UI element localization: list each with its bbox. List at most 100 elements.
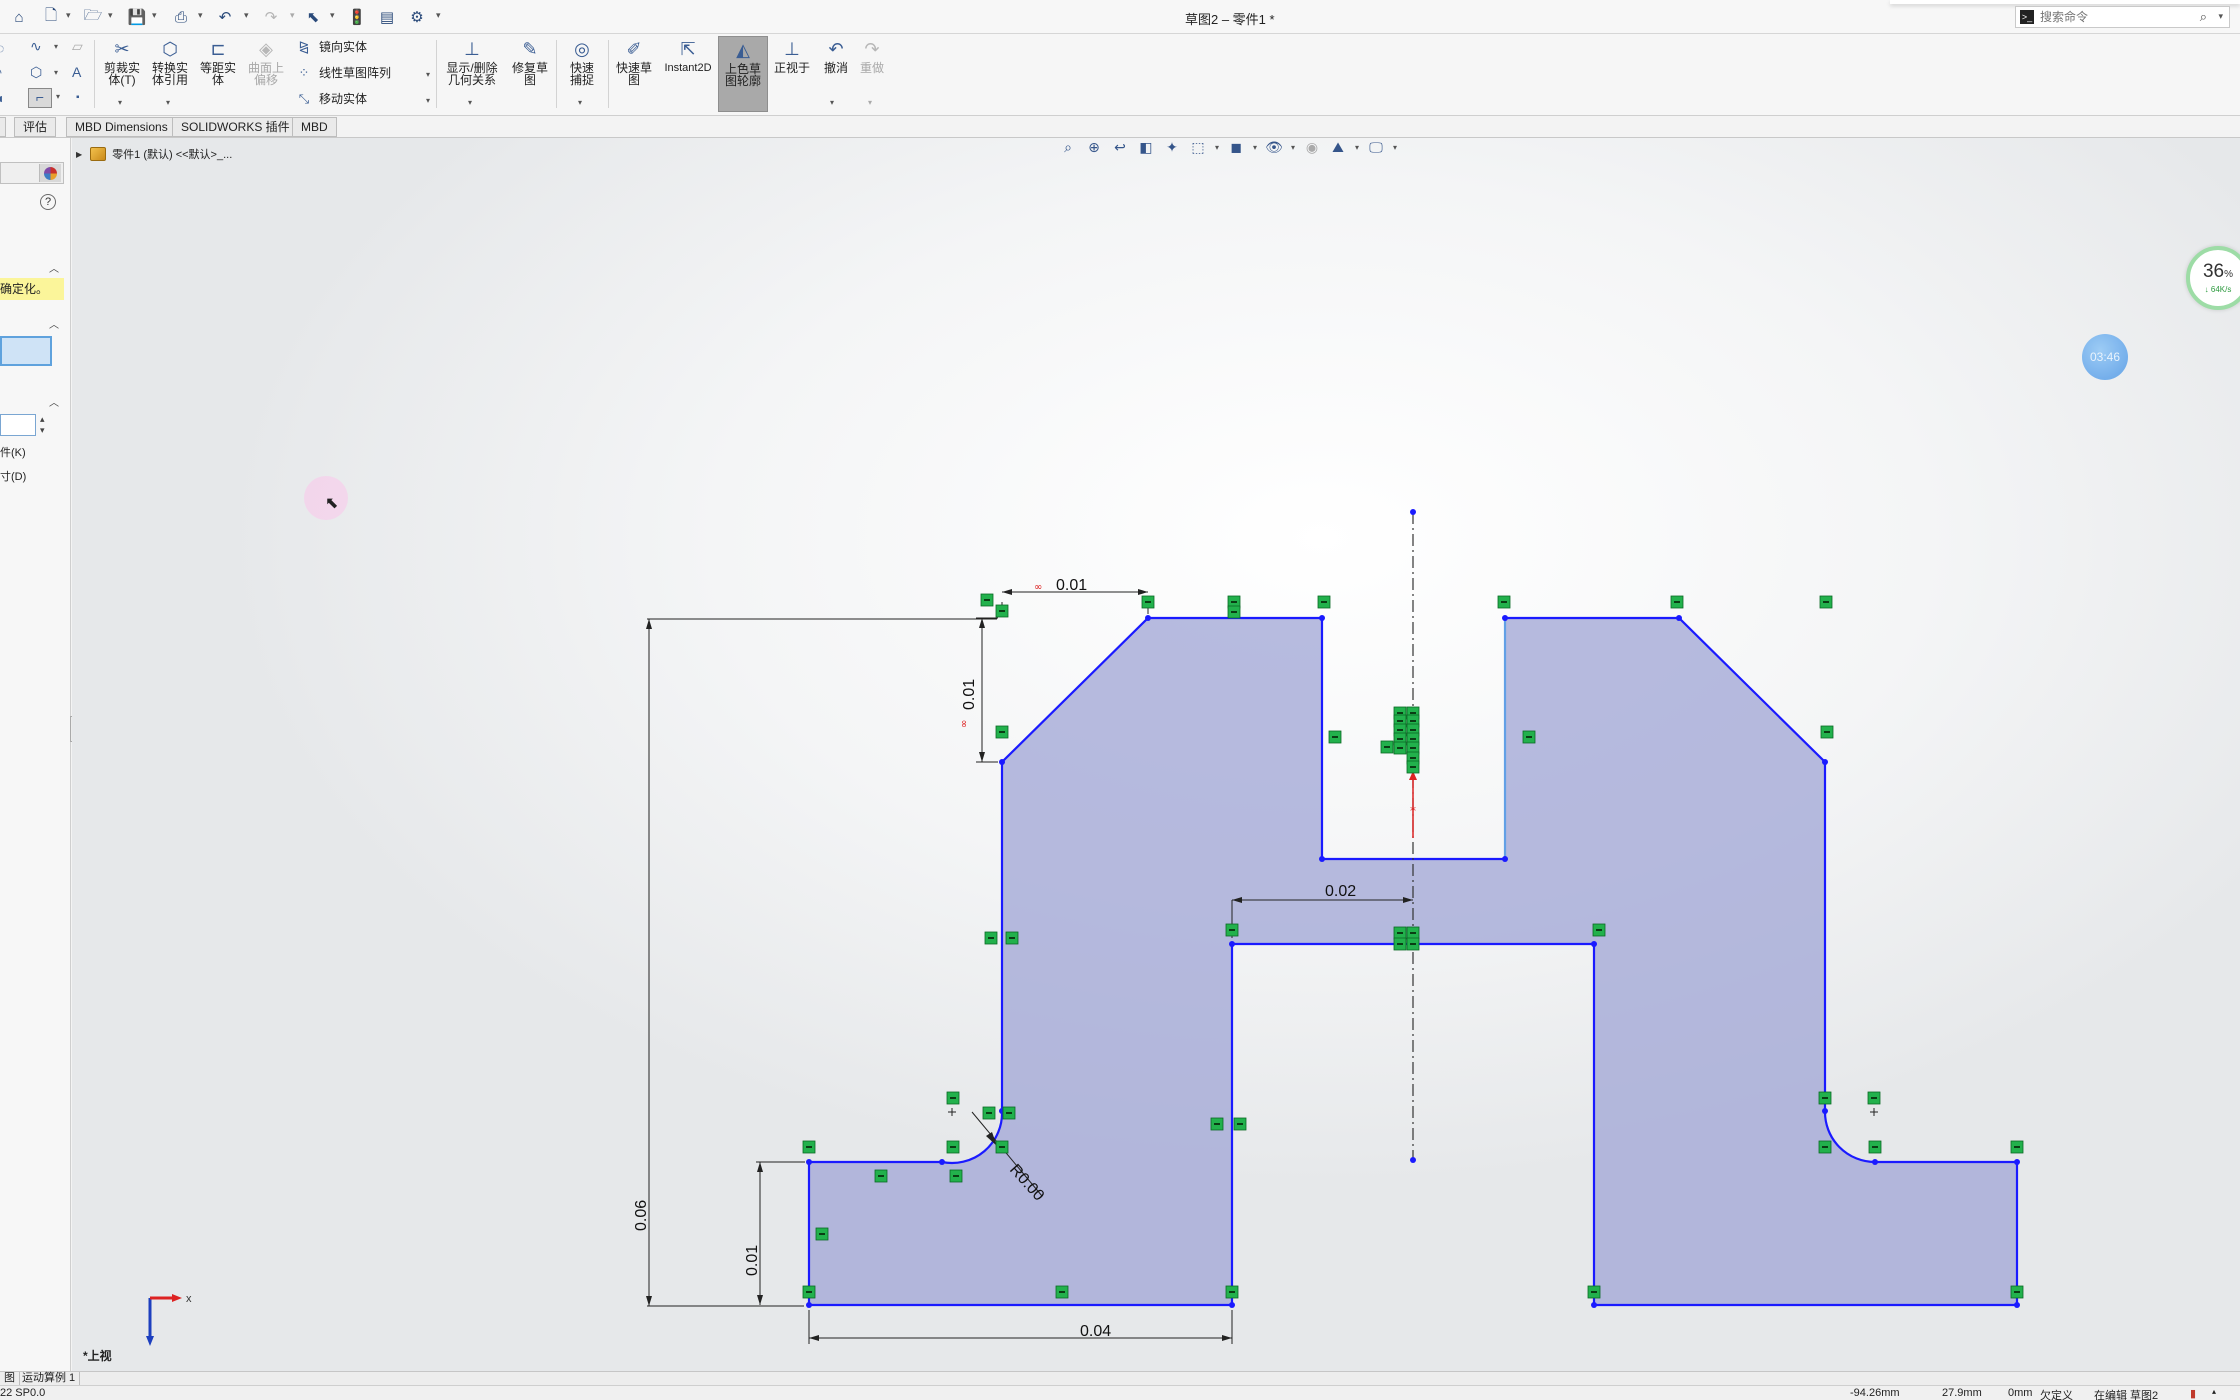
- search-commands-box[interactable]: >_ ⌕ ▾: [2015, 6, 2230, 28]
- trim-entities-button[interactable]: ✂ 剪裁实体(T): [100, 38, 144, 86]
- options-dropdown-icon[interactable]: ▾: [436, 10, 441, 21]
- relation-badge-mark: [1410, 943, 1416, 945]
- open-dropdown-icon[interactable]: ▾: [108, 10, 113, 21]
- redo-quick-icon: ↷: [264, 9, 278, 26]
- value-spinner-field[interactable]: [0, 414, 36, 436]
- fillet-tool-icon[interactable]: ⌐: [28, 88, 52, 108]
- trim-dropdown-icon[interactable]: ▾: [118, 98, 122, 107]
- dim-total-height[interactable]: 0.06: [633, 1200, 650, 1231]
- appearance-tab[interactable]: [39, 164, 61, 182]
- home-icon[interactable]: ⌂: [8, 6, 30, 28]
- save-dropdown-icon[interactable]: ▾: [152, 10, 157, 21]
- point-tool-icon[interactable]: ▪: [76, 92, 80, 103]
- relations-icon: ⊥: [464, 39, 480, 59]
- spline-tool-icon[interactable]: ∿: [30, 38, 42, 55]
- help-icon[interactable]: ?: [40, 194, 56, 210]
- new-file-icon[interactable]: 🗋: [40, 6, 62, 28]
- tab-solidworks-addins[interactable]: SOLIDWORKS 插件: [172, 117, 299, 137]
- print-icon[interactable]: ⎙: [170, 6, 192, 28]
- dim-chamfer-height[interactable]: 0.01: [961, 679, 978, 710]
- move-icon: ⤡: [298, 90, 310, 106]
- tab-model[interactable]: 图: [0, 1372, 20, 1386]
- svg-text:*: *: [1410, 804, 1416, 818]
- move-entities-button[interactable]: ⤡ 移动实体: [296, 90, 367, 107]
- new-dropdown-icon[interactable]: ▾: [66, 10, 71, 21]
- tab-motion-study-1[interactable]: 运动算例 1: [18, 1372, 81, 1386]
- move-dropdown-icon[interactable]: ▾: [426, 96, 430, 105]
- undo-dropdown-icon[interactable]: ▾: [244, 10, 249, 21]
- sketch-drawing[interactable]: * 0.01 0.01 0.02 R0.00 0.06 0.01 0.04 ∞ …: [72, 138, 2240, 1371]
- relation-badge-mark: [1397, 712, 1403, 714]
- text-tool-icon[interactable]: A: [72, 64, 81, 80]
- tab-mbd[interactable]: MBD: [292, 117, 337, 137]
- linear-sketch-pattern-button[interactable]: ⁘ 线性草图阵列: [296, 64, 391, 81]
- pattern-dropdown-icon[interactable]: ▾: [426, 70, 430, 79]
- dim-slot-offset[interactable]: 0.02: [1325, 883, 1356, 900]
- convert-dropdown-icon[interactable]: ▾: [166, 98, 170, 107]
- file-properties-icon[interactable]: ▤: [376, 6, 398, 28]
- search-icon[interactable]: ⌕: [2200, 9, 2207, 25]
- rapid-sketch-button[interactable]: ✐ 快速草图: [612, 38, 656, 86]
- save-icon[interactable]: 💾: [126, 6, 148, 28]
- select-dropdown-icon[interactable]: ▾: [330, 10, 335, 21]
- dim-base-width[interactable]: 0.04: [1080, 1323, 1111, 1340]
- option-d-label[interactable]: 寸(D): [0, 468, 26, 484]
- repair-label: 修复草图: [511, 61, 548, 87]
- bottom-tabs: 图 运动算例 1: [0, 1371, 2240, 1386]
- collapse-chevron-icon[interactable]: ︿: [49, 260, 59, 275]
- mirror-entities-button[interactable]: ⧎ 镜向实体: [296, 38, 367, 55]
- relation-badge-mark: [1596, 929, 1602, 931]
- dim-top-width[interactable]: 0.01: [1056, 577, 1087, 594]
- search-dropdown-icon[interactable]: ▾: [2218, 11, 2223, 22]
- circle-tool-icon[interactable]: ◌: [0, 40, 4, 56]
- options-gear-icon[interactable]: ⚙: [406, 6, 428, 28]
- quick-snaps-dropdown-icon[interactable]: ▾: [578, 98, 582, 107]
- arc-tool-icon[interactable]: ◝: [0, 64, 1, 81]
- option-k-label[interactable]: 件(K): [0, 444, 26, 460]
- rebuild-icon[interactable]: 🚦: [346, 6, 368, 28]
- shaded-sketch-contours-button[interactable]: ◭ 上色草图轮廓: [718, 36, 768, 112]
- dim-foot-height[interactable]: 0.01: [744, 1245, 761, 1276]
- collapse-chevron-icon-3[interactable]: ︿: [49, 394, 59, 409]
- relation-badge-mark: [1384, 746, 1390, 748]
- polygon-dropdown-icon[interactable]: ▾: [54, 68, 58, 77]
- offset-label: 等距实体: [199, 61, 236, 87]
- convert-entities-button[interactable]: ⬡ 转换实体引用: [148, 38, 192, 86]
- undo-label: 撤消: [823, 61, 848, 75]
- rebuild-status-icon[interactable]: ▮: [2190, 1387, 2196, 1400]
- select-pointer-icon[interactable]: ⬉: [302, 6, 324, 28]
- fillet-dropdown-icon[interactable]: ▾: [56, 92, 60, 101]
- move-label: 移动实体: [319, 92, 368, 106]
- status-x-coordinate: -94.26mm: [1850, 1387, 1900, 1399]
- status-editing: 在编辑 草图2: [2094, 1390, 2159, 1400]
- normal-to-button[interactable]: ⊥ 正视于: [770, 38, 814, 74]
- undo-dropdown-icon[interactable]: ▾: [830, 98, 834, 107]
- polygon-tool-icon[interactable]: ⬡: [30, 64, 42, 81]
- repair-sketch-button[interactable]: ✎ 修复草图: [508, 38, 552, 86]
- floating-clock-bubble[interactable]: 03:46: [2082, 334, 2128, 380]
- graphics-area[interactable]: ▶ 零件1 (默认) <<默认>_... ⌕ ⊕ ↩ ◧ ✦ ⬚ ▾ ◼ ▾ 👁…: [72, 138, 2240, 1371]
- open-folder-icon[interactable]: 🗁: [82, 6, 104, 28]
- collapse-chevron-icon-2[interactable]: ︿: [49, 316, 59, 331]
- tab-mbd-dimensions[interactable]: MBD Dimensions: [66, 117, 177, 137]
- undo-button[interactable]: ↶ 撤消: [818, 38, 854, 74]
- relation-badge-mark: [1410, 932, 1416, 934]
- print-dropdown-icon[interactable]: ▾: [198, 10, 203, 21]
- undo-quick-icon[interactable]: ↶: [214, 6, 236, 28]
- spline-dropdown-icon[interactable]: ▾: [54, 42, 58, 51]
- tab-evaluate[interactable]: 评估: [14, 117, 57, 137]
- relation-badge-mark: [1410, 729, 1416, 731]
- selection-list-box[interactable]: [0, 336, 52, 366]
- slot-tool-icon[interactable]: ◖: [0, 90, 4, 106]
- relations-dropdown-icon[interactable]: ▾: [468, 98, 472, 107]
- search-input[interactable]: [2040, 10, 2190, 24]
- instant2d-button[interactable]: ⇱ Instant2D: [660, 38, 716, 74]
- spinner-arrows-icon[interactable]: ▴ ▾: [40, 414, 45, 436]
- offset-entities-button[interactable]: ⊏ 等距实体: [196, 38, 240, 86]
- redo-icon: ↷: [864, 39, 880, 59]
- quick-snaps-button[interactable]: ◎ 快速捕捉: [560, 38, 604, 86]
- display-delete-relations-button[interactable]: ⊥ 显示/删除几何关系: [442, 38, 502, 86]
- status-dropdown-icon[interactable]: ▴: [2212, 1387, 2216, 1396]
- status-bar: 22 SP0.0 -94.26mm 27.9mm 0mm 欠定义 在编辑 草图2…: [0, 1385, 2240, 1400]
- tab-hidden-left[interactable]: [0, 117, 6, 137]
